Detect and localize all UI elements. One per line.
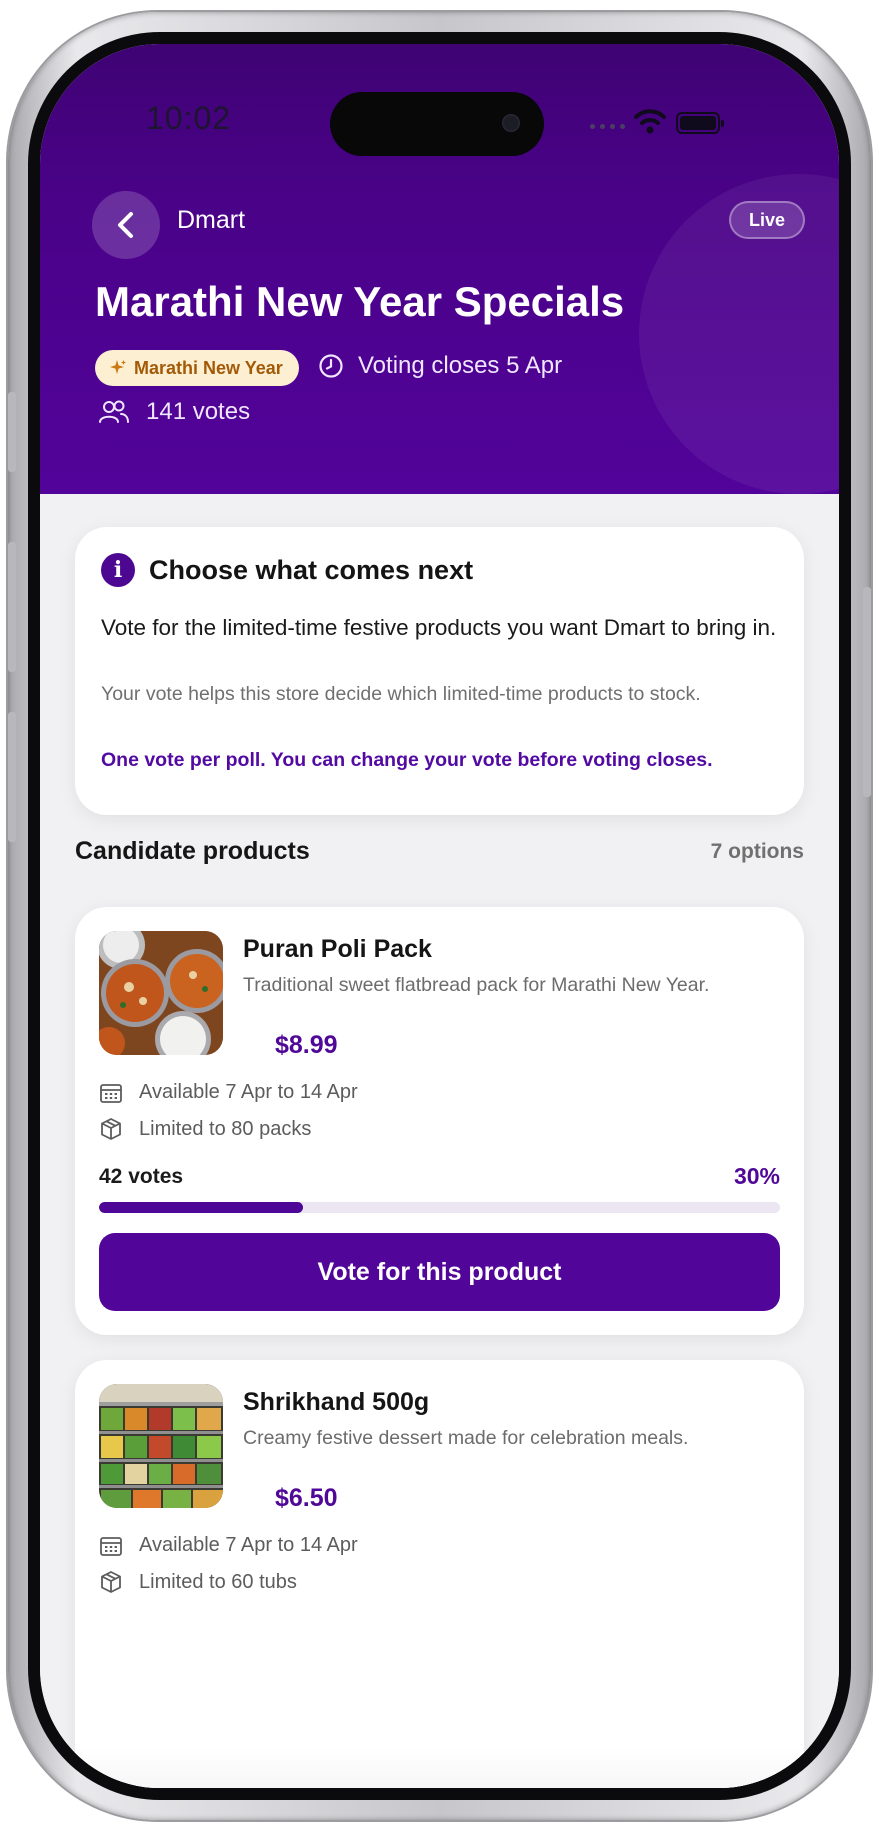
phone-bezel: 10:02 Dmart Live Marathi New Year Specia… (28, 32, 851, 1800)
back-button[interactable] (92, 191, 160, 259)
calendar-icon (100, 1083, 122, 1103)
dynamic-island (330, 92, 544, 156)
availability-text: Available 7 Apr to 14 Apr (139, 1534, 358, 1556)
status-bar: 10:02 (40, 44, 839, 194)
live-status-badge: Live (728, 201, 805, 239)
product-image (99, 1384, 223, 1508)
battery-icon (676, 112, 724, 134)
info-card-subtext: Your vote helps this store decide which … (101, 683, 701, 705)
bottom-fade (40, 1748, 839, 1788)
festival-tag: Marathi New Year (95, 350, 299, 386)
product-description: Creamy festive dessert made for celebrat… (243, 1427, 689, 1449)
limit-text: Limited to 80 packs (139, 1117, 312, 1140)
festival-tag-label: Marathi New Year (134, 357, 283, 378)
info-card-header: i Choose what comes next (101, 553, 473, 587)
voting-deadline-text: Voting closes 5 Apr (358, 352, 563, 379)
vote-progress-fill (99, 1202, 304, 1213)
wifi-icon (634, 109, 666, 134)
sparkle-icon (110, 360, 126, 374)
product-image (99, 931, 223, 1055)
limit-text: Limited to 60 tubs (139, 1570, 297, 1593)
page-title: Marathi New Year Specials (95, 278, 625, 325)
camera-icon (502, 114, 520, 132)
product-name: Puran Poli Pack (243, 935, 432, 963)
product-price: $6.50 (275, 1484, 338, 1512)
calendar-icon (100, 1536, 122, 1556)
chevron-left-icon (118, 212, 133, 238)
product-card: Shrikhand 500g Creamy festive dessert ma… (75, 1360, 804, 1788)
power-button (863, 587, 871, 797)
box-icon (101, 1571, 121, 1593)
total-votes: 141 votes (98, 398, 250, 426)
availability-row: Available 7 Apr to 14 Apr (99, 1081, 358, 1104)
total-votes-text: 141 votes (146, 398, 251, 425)
limit-row: Limited to 80 packs (99, 1117, 311, 1141)
product-name: Shrikhand 500g (243, 1388, 430, 1416)
options-count: 7 options (710, 840, 804, 863)
vote-progress-bar (99, 1202, 780, 1213)
info-card: i Choose what comes next Vote for the li… (75, 527, 804, 815)
info-card-title: Choose what comes next (149, 554, 474, 585)
info-icon: i (101, 553, 135, 587)
vote-button[interactable]: Vote for this product (99, 1233, 780, 1311)
poll-content: i Choose what comes next Vote for the li… (40, 494, 839, 1788)
volume-up-button (8, 542, 16, 672)
availability-text: Available 7 Apr to 14 Apr (139, 1081, 358, 1103)
volume-down-button (8, 712, 16, 842)
product-description: Traditional sweet flatbread pack for Mar… (243, 974, 710, 996)
info-card-note: One vote per poll. You can change your v… (101, 749, 713, 771)
status-time: 10:02 (146, 100, 232, 136)
info-card-body: Vote for the limited-time festive produc… (101, 615, 777, 640)
users-icon (99, 400, 129, 423)
store-name: Dmart (177, 206, 246, 234)
clock-icon (319, 354, 343, 378)
product-price: $8.99 (275, 1031, 338, 1059)
availability-row: Available 7 Apr to 14 Apr (99, 1534, 358, 1557)
section-title: Candidate products (75, 837, 310, 865)
box-icon (101, 1118, 121, 1140)
product-card: Puran Poli Pack Traditional sweet flatbr… (75, 907, 804, 1335)
phone-frame: 10:02 Dmart Live Marathi New Year Specia… (8, 12, 871, 1820)
vote-count: 42 votes (99, 1165, 184, 1188)
voting-deadline: Voting closes 5 Apr (318, 352, 562, 380)
cellular-signal-icon (590, 124, 625, 129)
poll-header: 10:02 Dmart Live Marathi New Year Specia… (40, 44, 839, 494)
screen: 10:02 Dmart Live Marathi New Year Specia… (40, 44, 839, 1788)
vote-percent: 30% (733, 1163, 780, 1189)
limit-row: Limited to 60 tubs (99, 1570, 297, 1594)
action-button (8, 392, 16, 472)
